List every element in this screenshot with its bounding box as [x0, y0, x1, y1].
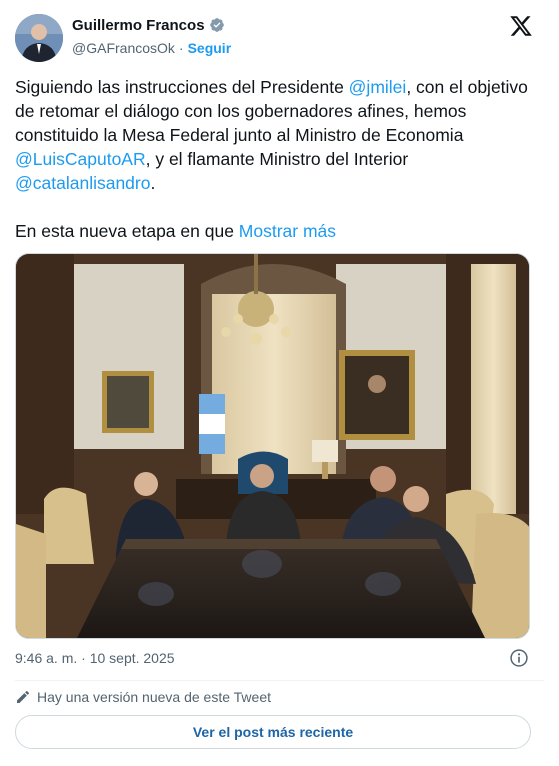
info-icon[interactable]: [509, 648, 529, 668]
mention-link[interactable]: @jmilei: [349, 77, 407, 97]
show-more-link[interactable]: Mostrar más: [239, 221, 336, 241]
pencil-icon: [15, 689, 31, 705]
author-block: Guillermo Francos @GAFrancosOk · Seguir: [72, 15, 231, 57]
author-handle[interactable]: @GAFrancosOk: [72, 40, 175, 56]
edit-notice-text: Hay una versión nueva de este Tweet: [37, 689, 272, 705]
tweet-text: Siguiendo las instrucciones del Presiden…: [15, 75, 545, 243]
divider: [15, 680, 544, 681]
separator-dot: ·: [178, 40, 184, 56]
x-logo-icon[interactable]: [509, 14, 533, 38]
verified-badge-icon: [209, 17, 225, 33]
tweet-paragraph-2: En esta nueva etapa en que Mostrar más: [15, 219, 545, 243]
mention-link[interactable]: @LuisCaputoAR: [15, 149, 146, 169]
follow-button[interactable]: Seguir: [188, 40, 232, 56]
tweet-card: Guillermo Francos @GAFrancosOk · Seguir …: [0, 0, 559, 766]
tweet-photo[interactable]: [15, 253, 530, 639]
tweet-paragraph-1: Siguiendo las instrucciones del Presiden…: [15, 75, 545, 195]
mention-link[interactable]: @catalanlisandro: [15, 173, 150, 193]
tweet-text-segment: .: [150, 173, 156, 193]
author-avatar[interactable]: [15, 14, 63, 62]
author-name[interactable]: Guillermo Francos: [72, 17, 205, 34]
tweet-text-segment: Siguiendo las instrucciones del Presiden…: [15, 77, 349, 97]
tweet-text-segment: , y el flamante Ministro del Interior: [145, 149, 409, 169]
tweet-paragraph-2-text: En esta nueva etapa en que: [15, 221, 239, 241]
view-latest-post-button[interactable]: Ver el post más reciente: [15, 715, 531, 749]
tweet-timestamp[interactable]: 9:46 a. m. · 10 sept. 2025: [15, 650, 175, 666]
edit-notice: Hay una versión nueva de este Tweet: [15, 689, 271, 705]
